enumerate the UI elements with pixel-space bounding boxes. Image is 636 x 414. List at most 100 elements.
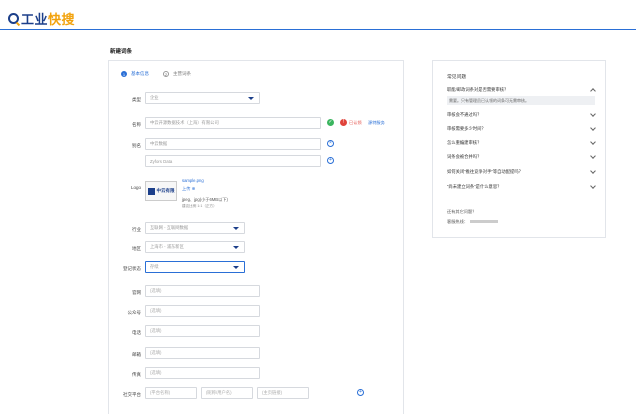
caret-down-icon: [233, 266, 239, 269]
fax-placeholder: (选填): [150, 370, 162, 375]
faq-item[interactable]: 审核需要多少时间？: [447, 125, 596, 132]
step-basic-info[interactable]: 1 基本信息: [121, 71, 149, 77]
website-input[interactable]: (选填): [145, 285, 260, 297]
region-value: 上海市 - 浦东新区: [150, 244, 184, 249]
top-bar: 工业快搜: [0, 0, 636, 30]
logo-text: 工业快搜: [21, 12, 76, 27]
caret-down-icon: [233, 246, 239, 249]
faq-item[interactable]: 职能/邮政词条对是否需要审核？: [447, 87, 596, 94]
alert-icon: !: [340, 119, 347, 126]
website-label: 官网: [132, 290, 141, 295]
chevron-down-icon: [590, 183, 596, 189]
email-input[interactable]: (选填): [145, 347, 260, 359]
alias-input-2[interactable]: Zyfors Data: [145, 155, 321, 167]
upload-label: 上传: [182, 186, 191, 191]
step-number: 1: [121, 71, 127, 77]
faq-question: 如何关闭“推往竞争对手”等自动配提吗？: [447, 169, 523, 174]
reg-status-label: 登记状态: [123, 266, 141, 271]
step-label: 基本信息: [131, 71, 149, 76]
page-title: 新建词条: [110, 49, 133, 55]
social-account-input[interactable]: (昵称/用户名): [201, 387, 253, 399]
entry-form-panel: 1 基本信息 2 主营词条 类型 企业 名称 中云开源数据技术（上海）有限公司 …: [108, 60, 404, 414]
faq-panel: 常见问题 职能/邮政词条对是否需要审核？ 需要。只有管理员已认领的词条可无需审核…: [432, 60, 606, 238]
company-logo-icon: [147, 187, 155, 195]
faq-hotline: 客服热线：: [447, 219, 498, 225]
logo-format-hint: jpeg、jpg(小于6MB以下): [182, 197, 228, 202]
type-value: 企业: [150, 95, 159, 100]
step-label: 主营词条: [173, 71, 191, 76]
alias-value: Zyfors Data: [150, 158, 173, 164]
add-social-icon[interactable]: +: [357, 389, 364, 396]
wechat-input[interactable]: (选填): [145, 305, 260, 317]
faq-item[interactable]: 词条会被合并吗？: [447, 153, 596, 160]
website-placeholder: (选填): [150, 288, 162, 293]
faq-question: 审核需要多少时间？: [447, 126, 486, 131]
type-select[interactable]: 企业: [145, 92, 260, 104]
reg-status-value: 存续: [150, 264, 159, 269]
phone-placeholder: (选填): [150, 328, 162, 333]
chevron-down-icon: [590, 168, 596, 174]
step-number: 2: [163, 71, 169, 77]
faq-answer: 需要。只有管理员已认领的词条可无需审核。: [447, 96, 595, 105]
region-select[interactable]: 上海市 - 浦东新区: [145, 241, 245, 253]
logo-brand-name: 中云有限: [156, 188, 175, 193]
social-account-placeholder: (昵称/用户名): [206, 390, 232, 395]
upload-icon: ⊕: [191, 186, 196, 191]
social-label: 社交平台: [123, 392, 141, 397]
industry-label: 行业: [132, 227, 141, 232]
faq-question: 职能/邮政词条对是否需要审核？: [447, 87, 509, 92]
caret-down-icon: [248, 97, 254, 100]
faq-question: 审核会不通过吗？: [447, 112, 482, 117]
industry-value: 互联网 - 互联网数据: [150, 225, 189, 230]
type-label: 类型: [132, 97, 141, 102]
alias-label: 别名: [132, 143, 141, 148]
redacted-phone: [469, 220, 498, 224]
reg-status-select[interactable]: 存续: [145, 261, 245, 273]
industry-select[interactable]: 互联网 - 互联网数据: [145, 222, 245, 234]
logo-label: Logo: [130, 185, 141, 190]
search-logo-icon: [8, 13, 19, 24]
faq-item[interactable]: 审核会不通过吗？: [447, 111, 596, 118]
upload-button[interactable]: 上传 ⊕: [182, 186, 195, 192]
check-icon: ✓: [327, 119, 334, 126]
faq-question: “尚未建立词条”是什么意思？: [447, 184, 502, 189]
phone-input[interactable]: (选填): [145, 325, 260, 337]
region-label: 地区: [132, 246, 141, 251]
add-alias-icon[interactable]: +: [327, 157, 334, 164]
chevron-down-icon: [590, 139, 596, 145]
faq-item[interactable]: 怎么重编建审核？: [447, 139, 596, 146]
remove-alias-icon[interactable]: ×: [327, 140, 334, 147]
step-main-business[interactable]: 2 主营词条: [163, 71, 191, 77]
social-url-placeholder: (主页链接): [262, 390, 283, 395]
name-service-link[interactable]: 源特服务: [368, 120, 385, 126]
faq-question: 怎么重编建审核？: [447, 140, 482, 145]
chevron-down-icon: [590, 125, 596, 131]
phone-label: 电话: [132, 330, 141, 335]
faq-item[interactable]: “尚未建立词条”是什么意思？: [447, 183, 596, 190]
wechat-label: 公众号: [127, 310, 142, 315]
faq-more-questions: 还有其它问题？: [447, 209, 477, 214]
email-placeholder: (选填): [150, 350, 162, 355]
name-input[interactable]: 中云开源数据技术（上海）有限公司: [145, 117, 321, 129]
chevron-down-icon: [590, 111, 596, 117]
alias-input-1[interactable]: 中云数据: [145, 138, 321, 150]
fax-label: 传真: [132, 372, 141, 377]
caret-down-icon: [233, 227, 239, 230]
name-status: 已认领: [349, 120, 362, 125]
step-indicator: 1 基本信息 2 主营词条: [121, 71, 191, 77]
faq-item[interactable]: 如何关闭“推往竞争对手”等自动配提吗？: [447, 168, 596, 175]
email-label: 邮箱: [132, 352, 141, 357]
social-url-input[interactable]: (主页链接): [257, 387, 309, 399]
alias-value: 中云数据: [150, 141, 168, 146]
logo-preview: 中云有限: [145, 181, 177, 201]
chevron-down-icon: [590, 153, 596, 159]
social-platform-placeholder: (平台名称): [150, 390, 171, 395]
wechat-placeholder: (选填): [150, 308, 162, 313]
name-label: 名称: [132, 122, 141, 127]
fax-input[interactable]: (选填): [145, 367, 260, 379]
social-platform-input[interactable]: (平台名称): [145, 387, 197, 399]
site-logo[interactable]: 工业快搜: [8, 9, 75, 28]
faq-question: 词条会被合并吗？: [447, 154, 482, 159]
chevron-up-icon: [590, 88, 596, 94]
logo-file-link[interactable]: sample.png: [182, 178, 204, 183]
